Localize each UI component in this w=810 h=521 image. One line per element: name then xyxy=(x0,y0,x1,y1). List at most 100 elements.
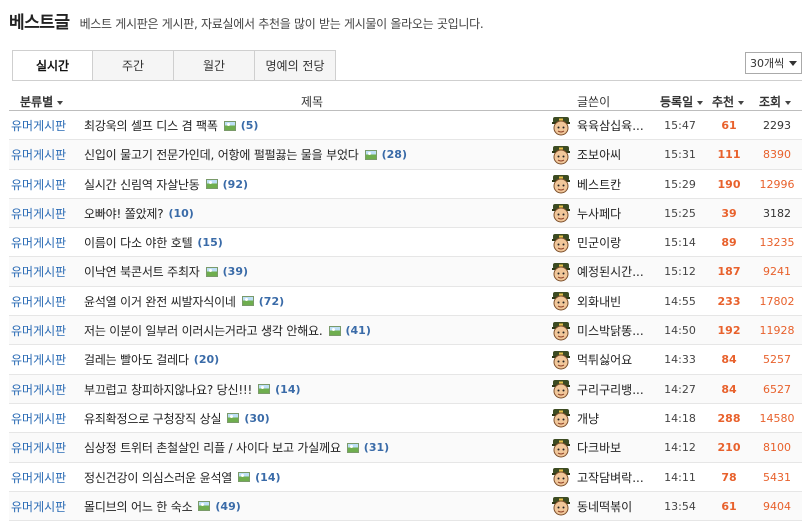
comment-count[interactable]: (49) xyxy=(215,500,240,513)
post-title-cell: 몰디브의 어느 한 숙소 (49) xyxy=(84,492,241,521)
view-count: 14580 xyxy=(759,411,795,425)
view-count: 6527 xyxy=(763,382,791,396)
sort-views-button[interactable]: 조회 xyxy=(759,93,792,110)
author-cell[interactable]: 동네떡볶이 xyxy=(550,492,632,521)
category-link[interactable]: 유머게시판 xyxy=(11,228,66,257)
tab-weekly[interactable]: 주간 xyxy=(93,50,174,81)
view-count: 11928 xyxy=(759,324,795,338)
category-link[interactable]: 유머게시판 xyxy=(11,463,66,492)
author-cell[interactable]: 누사페다 xyxy=(550,199,621,228)
author-cell[interactable]: 육육삼십육... xyxy=(550,111,644,140)
sort-date-button[interactable]: 등록일 xyxy=(660,93,704,110)
per-page-select[interactable]: 30개씩 xyxy=(745,52,802,74)
author-cell[interactable]: 베스트칸 xyxy=(550,170,621,199)
category-link[interactable]: 유머게시판 xyxy=(11,287,66,316)
category-link[interactable]: 유머게시판 xyxy=(11,140,66,169)
recommend-count: 84 xyxy=(721,382,737,396)
image-attachment-icon xyxy=(346,442,359,453)
post-title-cell: 심상정 트위터 촌철살인 리플 / 사이다 보고 가실께요 (31) xyxy=(84,433,389,462)
sort-recommend-button[interactable]: 추천 xyxy=(712,93,745,110)
image-attachment-icon xyxy=(238,472,251,483)
author-name: 조보아씨 xyxy=(577,148,622,163)
comment-count[interactable]: (20) xyxy=(194,353,219,366)
image-attachment-icon xyxy=(328,325,341,336)
comment-count[interactable]: (92) xyxy=(223,178,248,191)
post-time: 14:11 xyxy=(664,470,696,484)
author-cell[interactable]: 다크바보 xyxy=(550,433,621,462)
author-name: 구리구리뱅... xyxy=(577,382,644,397)
page-header: 베스트글 베스트 게시판은 게시판, 자료실에서 추천을 많이 받는 게시물이 … xyxy=(9,8,799,34)
comment-count[interactable]: (15) xyxy=(197,236,222,249)
post-title-cell: 실시간 신림역 자살난동 (92) xyxy=(84,170,248,199)
post-title-cell: 오빠야! 쫄았제? (10) xyxy=(84,199,194,228)
view-count: 17802 xyxy=(759,294,795,308)
author-cell[interactable]: 외화내빈 xyxy=(550,287,621,316)
avatar-icon xyxy=(550,466,572,488)
avatar-icon xyxy=(550,232,572,254)
post-title-link[interactable]: 몰디브의 어느 한 숙소 xyxy=(84,498,193,515)
comment-count[interactable]: (31) xyxy=(364,441,389,454)
post-title-link[interactable]: 최강욱의 셀프 디스 겸 팩폭 xyxy=(84,117,218,134)
post-title-link[interactable]: 윤석열 이거 완전 씨발자식이네 xyxy=(84,293,236,310)
post-title-link[interactable]: 저는 이분이 일부러 이러시는거라고 생각 안해요. xyxy=(84,322,323,339)
author-cell[interactable]: 미스박닭똥... xyxy=(550,316,644,345)
post-title-cell: 이낙연 북콘서트 주최자 (39) xyxy=(84,257,248,286)
post-title-link[interactable]: 심상정 트위터 촌철살인 리플 / 사이다 보고 가실께요 xyxy=(84,439,341,456)
author-cell[interactable]: 조보아씨 xyxy=(550,140,621,169)
post-title-link[interactable]: 부끄럽고 창피하지않나요? 당신!!! xyxy=(84,381,252,398)
comment-count[interactable]: (39) xyxy=(223,265,248,278)
category-link[interactable]: 유머게시판 xyxy=(11,257,66,286)
category-link[interactable]: 유머게시판 xyxy=(11,345,66,374)
comment-count[interactable]: (14) xyxy=(255,471,280,484)
table-row: 유머게시판 저는 이분이 일부러 이러시는거라고 생각 안해요. (41) 미스… xyxy=(9,316,802,346)
author-cell[interactable]: 예정된시간... xyxy=(550,257,644,286)
comment-count[interactable]: (5) xyxy=(241,119,259,132)
author-cell[interactable]: 개냥 xyxy=(550,404,599,433)
sort-category-button[interactable]: 분류별 xyxy=(20,93,64,110)
recommend-count: 89 xyxy=(721,236,737,250)
post-title-link[interactable]: 이름이 다소 야한 호텔 xyxy=(84,234,193,251)
post-title-link[interactable]: 이낙연 북콘서트 주최자 xyxy=(84,263,200,280)
category-link[interactable]: 유머게시판 xyxy=(11,404,66,433)
tab-realtime[interactable]: 실시간 xyxy=(12,50,93,81)
comment-count[interactable]: (72) xyxy=(259,295,284,308)
category-link[interactable]: 유머게시판 xyxy=(11,316,66,345)
author-cell[interactable]: 고작담벼락... xyxy=(550,463,644,492)
comment-count[interactable]: (41) xyxy=(346,324,371,337)
post-title-link[interactable]: 걸레는 빨아도 걸레다 xyxy=(84,351,189,368)
category-link[interactable]: 유머게시판 xyxy=(11,375,66,404)
author-name: 다크바보 xyxy=(577,441,622,456)
post-title-link[interactable]: 정신건강이 의심스러운 윤석열 xyxy=(84,469,232,486)
image-attachment-icon xyxy=(364,149,377,160)
author-cell[interactable]: 민군이랑 xyxy=(550,228,621,257)
category-link[interactable]: 유머게시판 xyxy=(11,199,66,228)
category-link[interactable]: 유머게시판 xyxy=(11,111,66,140)
category-link[interactable]: 유머게시판 xyxy=(11,433,66,462)
table-row: 유머게시판 걸레는 빨아도 걸레다 (20) 먹튀싫어요 14:33 84 52… xyxy=(9,345,802,375)
author-name: 동네떡볶이 xyxy=(577,499,633,514)
category-link[interactable]: 유머게시판 xyxy=(11,492,66,521)
recommend-count: 39 xyxy=(721,206,737,220)
comment-count[interactable]: (28) xyxy=(382,148,407,161)
tab-monthly[interactable]: 월간 xyxy=(174,50,255,81)
avatar-icon xyxy=(550,320,572,342)
avatar-icon xyxy=(550,349,572,371)
post-title-cell: 부끄럽고 창피하지않나요? 당신!!! (14) xyxy=(84,375,301,404)
tab-hall-of-fame[interactable]: 명예의 전당 xyxy=(255,50,336,81)
post-title-link[interactable]: 실시간 신림역 자살난동 xyxy=(84,176,200,193)
image-attachment-icon xyxy=(258,384,271,395)
post-title-link[interactable]: 신입이 물고기 전문가인데, 어항에 펄펄끓는 물을 부었다 xyxy=(84,146,359,163)
category-link[interactable]: 유머게시판 xyxy=(11,170,66,199)
post-title-link[interactable]: 유죄확정으로 구청장직 상실 xyxy=(84,410,222,427)
avatar-icon xyxy=(550,173,572,195)
author-cell[interactable]: 먹튀싫어요 xyxy=(550,345,632,374)
recommend-count: 187 xyxy=(717,265,741,279)
comment-count[interactable]: (14) xyxy=(275,383,300,396)
view-count: 5257 xyxy=(763,353,791,367)
post-title-cell: 저는 이분이 일부러 이러시는거라고 생각 안해요. (41) xyxy=(84,316,371,345)
author-cell[interactable]: 구리구리뱅... xyxy=(550,375,644,404)
comment-count[interactable]: (30) xyxy=(244,412,269,425)
comment-count[interactable]: (10) xyxy=(168,207,193,220)
author-name: 민군이랑 xyxy=(577,236,622,251)
post-title-link[interactable]: 오빠야! 쫄았제? xyxy=(84,205,164,222)
